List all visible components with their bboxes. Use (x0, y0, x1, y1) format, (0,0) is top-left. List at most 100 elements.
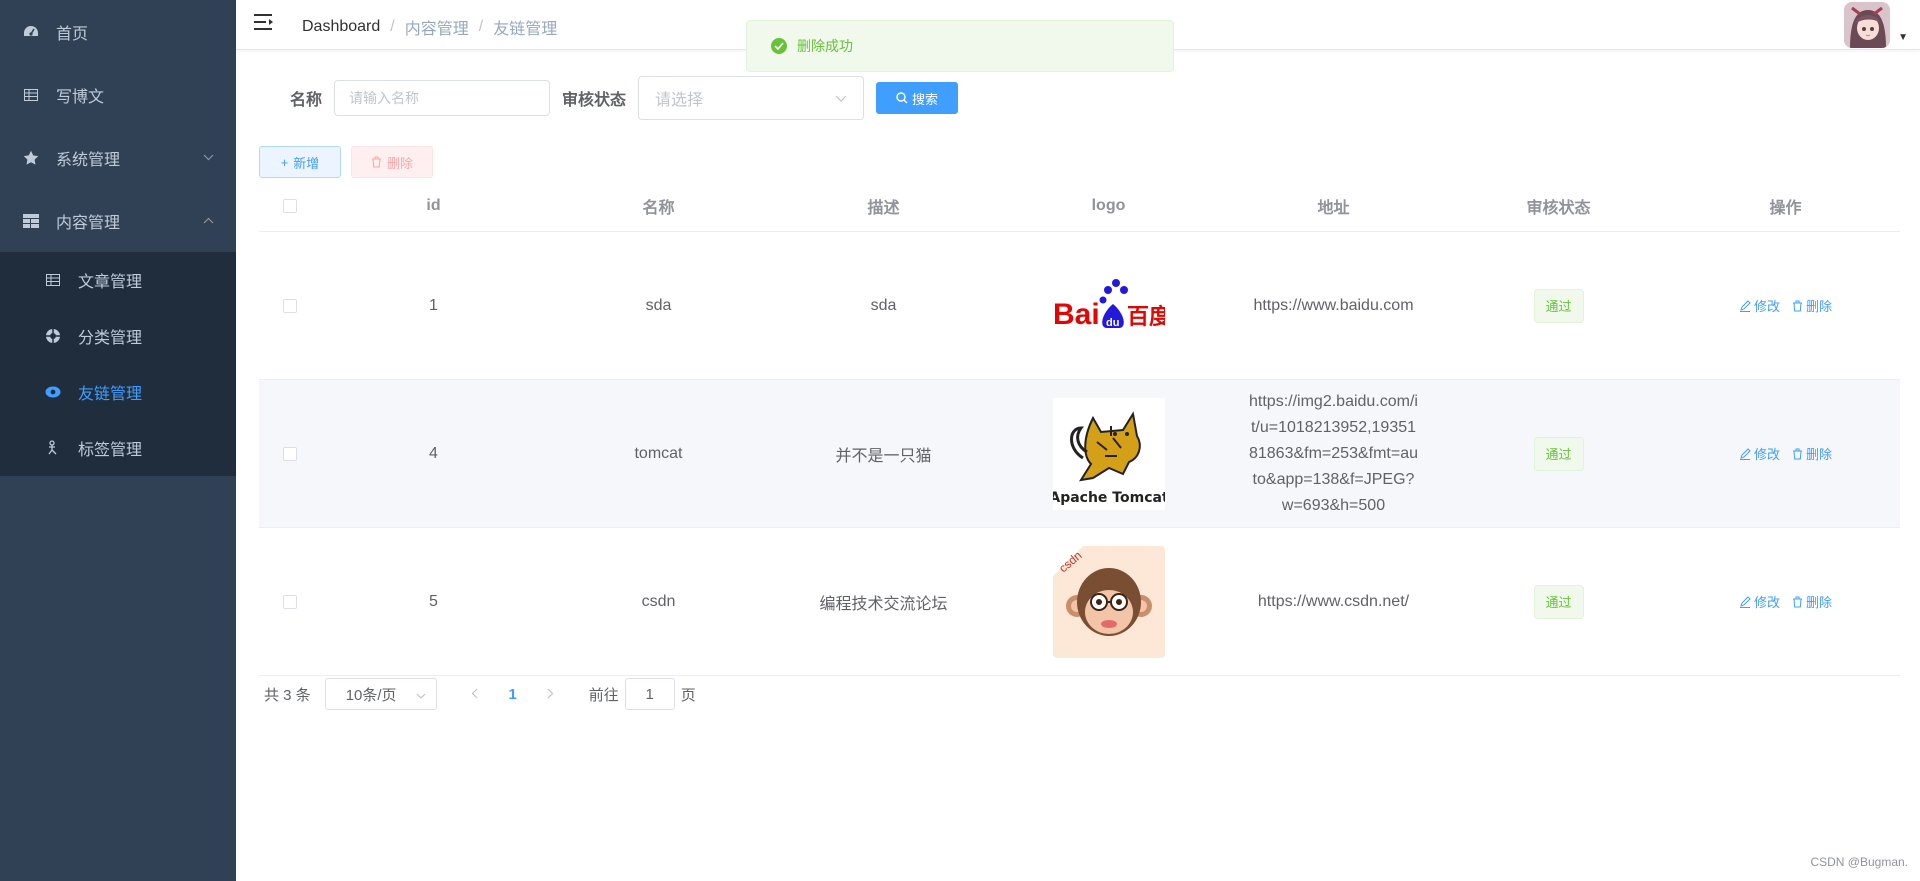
prev-page-button[interactable] (457, 686, 493, 703)
header-desc: 描述 (867, 199, 900, 217)
search-button-label: 搜索 (912, 91, 939, 107)
table-row: 5 csdn 编程技术交流论坛 csdn https://www.csdn.ne… (259, 528, 1900, 676)
header-status: 审核状态 (1526, 199, 1591, 217)
delete-button[interactable]: 删除 (1792, 592, 1832, 611)
status-badge: 通过 (1533, 584, 1584, 619)
watermark: CSDN @Bugman. (1810, 855, 1908, 869)
breadcrumb-separator: / (478, 18, 484, 35)
success-toast: 删除成功 (746, 20, 1174, 72)
url-text: https://www.csdn.net/ (1257, 592, 1410, 610)
chevron-down-icon (835, 89, 847, 107)
edit-icon (1739, 447, 1751, 460)
add-button[interactable]: + 新增 (259, 146, 341, 178)
bulk-delete-button[interactable]: 删除 (351, 146, 433, 178)
chevron-right-icon (547, 688, 554, 698)
sidebar-item-label: 标签管理 (78, 442, 143, 459)
sidebar-item-categories[interactable]: 分类管理 (0, 308, 236, 364)
svg-text:百度: 百度 (1127, 304, 1165, 330)
delete-button[interactable]: 删除 (1792, 296, 1832, 315)
sidebar-item-system[interactable]: 系统管理 (0, 126, 236, 189)
status-badge: 通过 (1533, 288, 1584, 323)
select-all-checkbox[interactable] (283, 198, 297, 213)
delete-button[interactable]: 删除 (1792, 444, 1832, 463)
header-checkbox-cell (259, 180, 321, 231)
csdn-logo: csdn (1052, 545, 1165, 658)
tag-icon (44, 439, 62, 457)
edit-button[interactable]: 修改 (1739, 296, 1780, 315)
cell-desc: sda (870, 296, 897, 314)
sidebar-item-tags[interactable]: 标签管理 (0, 420, 236, 476)
trash-icon (1793, 596, 1802, 607)
chevron-left-icon (471, 688, 478, 698)
page-size-select[interactable]: 10条/页 (324, 678, 437, 710)
tomcat-logo-text: Apache Tomcat (1053, 490, 1165, 506)
cell-desc: 并不是一只猫 (835, 447, 932, 465)
chevron-up-icon (203, 215, 214, 227)
header-id: id (426, 196, 441, 214)
row-checkbox[interactable] (283, 594, 297, 609)
breadcrumb-item-content: 内容管理 (404, 21, 469, 38)
table-icon (44, 271, 62, 289)
caret-down-icon: ▼ (1898, 31, 1908, 43)
header-url: 地址 (1317, 199, 1350, 217)
page-size-value: 10条/页 (345, 686, 397, 704)
cell-logo: Bai du 百度 (996, 232, 1221, 379)
status-select[interactable]: 请选择 (638, 76, 865, 120)
sidebar-item-home[interactable]: 首页 (0, 0, 236, 63)
row-checkbox[interactable] (283, 298, 297, 313)
svg-text:du: du (1106, 317, 1119, 329)
breadcrumb-item-dashboard[interactable]: Dashboard (302, 18, 380, 36)
sidebar-item-label: 写博文 (56, 88, 105, 106)
breadcrumb-separator: / (390, 18, 395, 35)
header-name: 名称 (642, 199, 675, 217)
row-checkbox-cell (259, 380, 321, 527)
chevron-down-icon (203, 152, 214, 164)
table-row: 4 tomcat 并不是一只猫 Apache Tomcat https://im… (259, 380, 1900, 528)
search-button[interactable]: 搜索 (876, 82, 959, 114)
table-icon (22, 86, 40, 104)
page-suffix: 页 (680, 686, 696, 704)
row-checkbox-cell (259, 232, 321, 379)
breadcrumb-item-links: 友链管理 (493, 21, 558, 38)
page-number[interactable]: 1 (493, 686, 533, 703)
status-badge: 通过 (1533, 436, 1584, 471)
cell-id: 1 (429, 296, 438, 314)
sidebar-item-label: 系统管理 (56, 151, 121, 169)
sidebar-item-write-blog[interactable]: 写博文 (0, 63, 236, 126)
grid-icon (22, 212, 40, 230)
breadcrumb: Dashboard / 内容管理 / 友链管理 (302, 15, 557, 39)
goto-label: 前往 (588, 686, 619, 704)
pagination: 共 3 条 10条/页 1 前往 1 页 (264, 678, 696, 710)
tomcat-logo: Apache Tomcat (1052, 397, 1165, 510)
edit-label: 修改 (1753, 299, 1780, 314)
sidebar-item-content[interactable]: 内容管理 (0, 189, 236, 252)
baidu-logo: Bai du 百度 (1053, 250, 1165, 362)
add-button-label: 新增 (293, 155, 320, 171)
bulk-delete-label: 删除 (386, 155, 413, 171)
chevron-down-icon (416, 686, 426, 703)
sidebar-item-links[interactable]: 友链管理 (0, 364, 236, 420)
sidebar-item-label: 内容管理 (56, 214, 121, 232)
status-placeholder: 请选择 (655, 92, 704, 109)
edit-icon (1739, 595, 1751, 608)
name-label: 名称 (290, 92, 323, 109)
toast-message: 删除成功 (797, 38, 853, 54)
status-label: 审核状态 (562, 92, 627, 109)
success-check-icon (771, 38, 787, 54)
cell-status: 通过 (1446, 232, 1671, 379)
name-search-input[interactable]: 请输入名称 (334, 80, 551, 116)
avatar[interactable] (1844, 2, 1891, 48)
cell-desc: 编程技术交流论坛 (819, 595, 948, 613)
row-checkbox[interactable] (283, 446, 297, 461)
edit-button[interactable]: 修改 (1739, 592, 1780, 611)
dashboard-icon (22, 23, 40, 41)
goto-page-input[interactable]: 1 (624, 678, 675, 710)
plus-icon: + (280, 154, 289, 170)
hamburger-icon[interactable] (254, 13, 276, 33)
user-menu[interactable]: ▼ (1844, 2, 1908, 48)
next-page-button[interactable] (533, 686, 569, 703)
edit-button[interactable]: 修改 (1739, 444, 1780, 463)
sidebar-item-articles[interactable]: 文章管理 (0, 252, 236, 308)
table-toolbar: + 新增 删除 (259, 146, 433, 178)
cell-logo: Apache Tomcat (996, 380, 1221, 527)
